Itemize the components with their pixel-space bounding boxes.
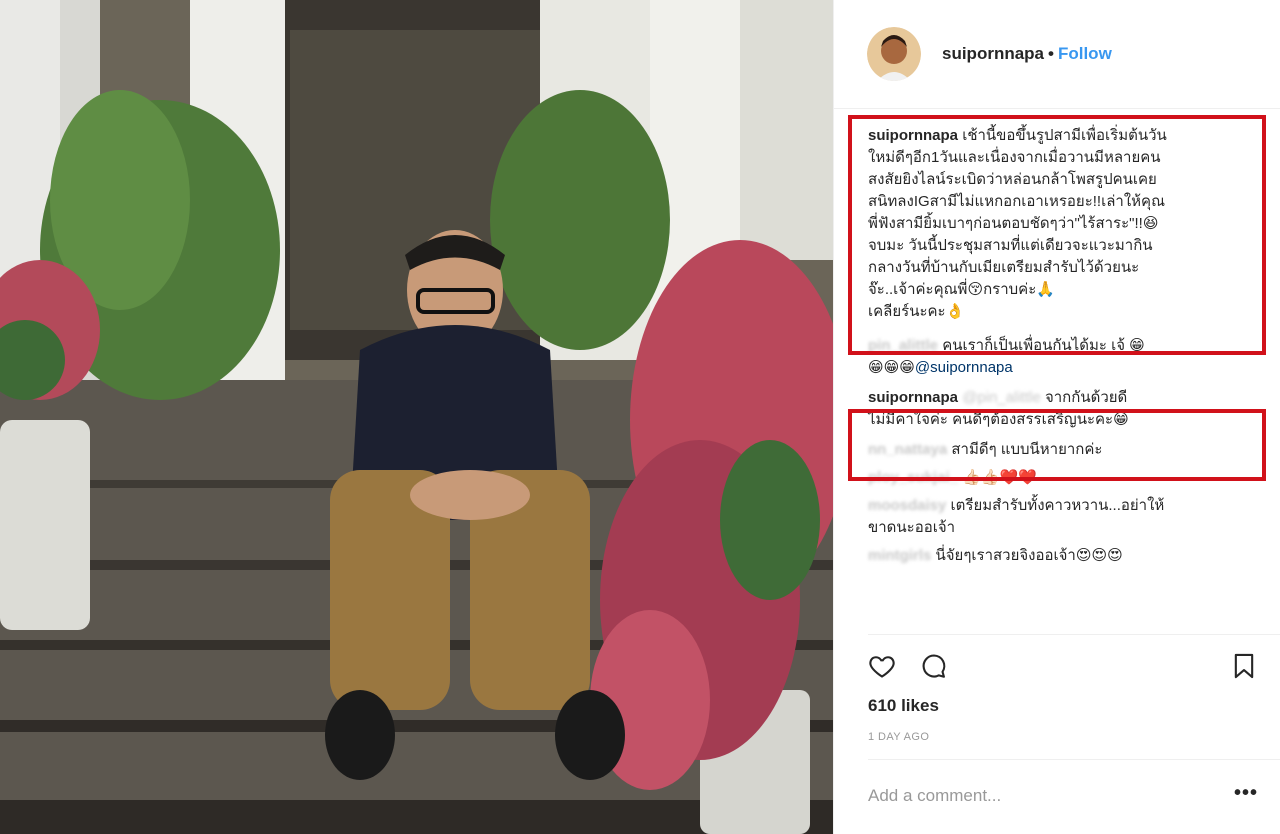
comment-mention-blurred[interactable]: @pin_alittle bbox=[962, 389, 1041, 406]
comment-username-blurred[interactable]: moosdaisy bbox=[868, 497, 946, 514]
bookmark-icon[interactable] bbox=[1230, 652, 1258, 680]
post-photo[interactable] bbox=[0, 0, 833, 834]
caption-line: เคลียร์นะคะ👌 bbox=[868, 303, 965, 320]
action-bar bbox=[868, 650, 1258, 682]
caption: suipornnapa เช้านี้ขอขึ้นรูปสามีเพื่อเริ… bbox=[868, 125, 1263, 323]
comment-username-blurred[interactable]: ploy_sukjai_ bbox=[868, 469, 958, 486]
comment-text: คนเราก็เป็นเพื่อนกันได้มะ เจ้ 😁 bbox=[942, 337, 1145, 354]
comment-text: จากกันด้วยดี bbox=[1044, 389, 1128, 406]
comment-item: moosdaisy เตรียมสำรับทั้งคาวหวาน...อย่าใ… bbox=[868, 495, 1263, 539]
caption-line: ใหม่ดีๆอีก1วันและเนื่องจากเมื่อวานมีหลาย… bbox=[868, 149, 1161, 166]
likes-count[interactable]: 610 likes bbox=[868, 696, 939, 716]
comment-text: ไม่มีคาใจค่ะ คนดีๆต้องสรรเสริญนะคะ😁 bbox=[868, 411, 1129, 428]
comment-username-blurred[interactable]: pin_alittle bbox=[868, 337, 938, 354]
header-separator: • bbox=[1048, 44, 1054, 63]
comment-text: 👍🏻👍🏻❤️❤️ bbox=[962, 469, 1037, 486]
caption-line: กลางวันที่บ้านกับเมียเตรียมสำรับไว้ด้วยน… bbox=[868, 259, 1140, 276]
avatar[interactable] bbox=[867, 27, 921, 81]
post-photo-illustration bbox=[0, 0, 833, 834]
comment-text: ขาดนะออเจ้า bbox=[868, 519, 956, 536]
more-icon[interactable]: ••• bbox=[1234, 782, 1258, 805]
caption-line: พี่ฟังสามียิ้มเบาๆก่อนตอบชัดๆว่า"ไร้สาระ… bbox=[868, 215, 1159, 232]
caption-line: เช้านี้ขอขึ้นรูปสามีเพื่อเริ่มต้นวัน bbox=[962, 127, 1167, 144]
comment-username-blurred[interactable]: mintgirls bbox=[868, 547, 931, 564]
post-age[interactable]: 1 DAY AGO bbox=[868, 731, 929, 743]
comment-item: ploy_sukjai_ 👍🏻👍🏻❤️❤️ bbox=[868, 467, 1263, 489]
comment-text: นี่จัยๆเราสวยจิงออเจ้า😍😍😍 bbox=[935, 547, 1123, 564]
instagram-post: suipornnapa • Follow suipornnapa เช้านี้ขอ… bbox=[0, 0, 1280, 834]
heart-icon[interactable] bbox=[868, 652, 896, 680]
divider bbox=[868, 634, 1280, 635]
add-comment-input[interactable]: Add a comment... bbox=[868, 786, 1001, 806]
comment-text: เตรียมสำรับทั้งคาวหวาน...อย่าให้ bbox=[950, 497, 1165, 514]
comment-username[interactable]: suipornnapa bbox=[868, 127, 958, 144]
post-header: suipornnapa • Follow bbox=[834, 0, 1280, 109]
comment-username-blurred[interactable]: nn_nattaya bbox=[868, 441, 947, 458]
caption-line: สนิทลงIGสามีไม่แหกอกเอาเหรอยะ!!เล่าให้คุ… bbox=[868, 193, 1165, 210]
divider bbox=[868, 759, 1280, 760]
comment-icon[interactable] bbox=[920, 652, 948, 680]
caption-line: จ๊ะ..เจ้าค่ะคุณพี่😚กราบค่ะ🙏 bbox=[868, 281, 1055, 298]
caption-line: จบมะ วันนี้ประชุมสามที่แต่เดียวจะแวะมากิ… bbox=[868, 237, 1153, 254]
comment-list: suipornnapa เช้านี้ขอขึ้นรูปสามีเพื่อเริ… bbox=[868, 125, 1263, 569]
comment-mention[interactable]: @suipornnapa bbox=[915, 359, 1013, 376]
comment-username[interactable]: suipornnapa bbox=[868, 389, 958, 406]
header-user-line: suipornnapa • Follow bbox=[942, 44, 1112, 64]
comment-item: mintgirls นี่จัยๆเราสวยจิงออเจ้า😍😍😍 bbox=[868, 545, 1263, 567]
header-username[interactable]: suipornnapa bbox=[942, 44, 1044, 63]
caption-line: สงสัยยิงไลน์ระเบิดว่าหล่อนกล้าโพสรูปคนเค… bbox=[868, 171, 1157, 188]
comment-text: 😁😁😁 bbox=[868, 359, 915, 376]
comment-item: nn_nattaya สามีดีๆ แบบนีหายากค่ะ bbox=[868, 439, 1263, 461]
comment-text: สามีดีๆ แบบนีหายากค่ะ bbox=[951, 441, 1103, 458]
comment-item: pin_alittle คนเราก็เป็นเพื่อนกันได้มะ เจ… bbox=[868, 335, 1263, 379]
comment-item: suipornnapa @pin_alittle จากกันด้วยดี ไม… bbox=[868, 387, 1263, 431]
avatar-image bbox=[867, 27, 921, 81]
post-sidebar: suipornnapa • Follow suipornnapa เช้านี้ขอ… bbox=[833, 0, 1280, 834]
follow-button[interactable]: Follow bbox=[1058, 44, 1112, 63]
